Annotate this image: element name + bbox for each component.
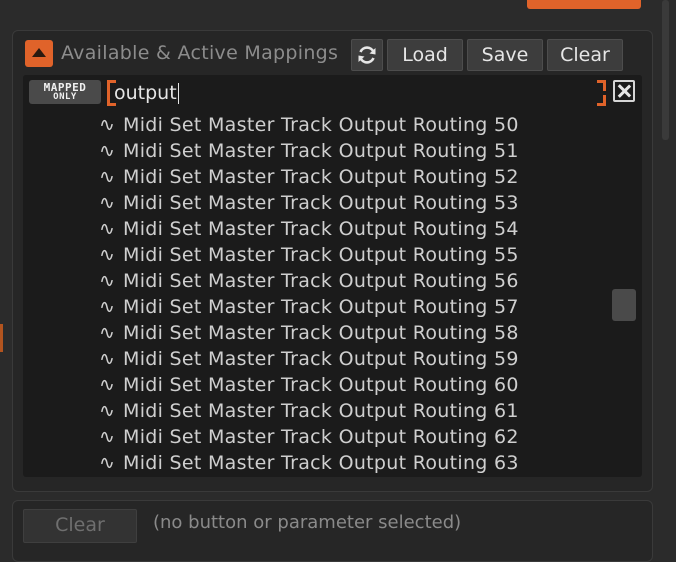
wave-icon: ∿ [99, 426, 115, 448]
list-item[interactable]: ∿ Midi Set Master Track Output Routing 50 [23, 112, 642, 138]
mappings-header: Available & Active Mappings Load Save Cl… [13, 31, 652, 75]
wave-icon: ∿ [99, 218, 115, 240]
list-item-label: Midi Set Master Track Output Routing 58 [123, 322, 519, 344]
left-edge-indicator [0, 324, 3, 352]
filter-row: MAPPED ONLY output [23, 75, 642, 109]
list-item[interactable]: ∿ Midi Set Master Track Output Routing 51 [23, 138, 642, 164]
text-caret [177, 83, 179, 104]
wave-icon: ∿ [99, 192, 115, 214]
focus-corner [597, 95, 606, 106]
list-item-label: Midi Set Master Track Output Routing 62 [123, 426, 519, 448]
wave-icon: ∿ [99, 348, 115, 370]
wave-icon: ∿ [99, 296, 115, 318]
list-item-label: Midi Set Master Track Output Routing 60 [123, 374, 519, 396]
window-scrollbar-thumb[interactable] [662, 0, 669, 140]
mapped-only-label-top: MAPPED [43, 81, 87, 94]
save-button[interactable]: Save [467, 39, 543, 71]
list-item-label: Midi Set Master Track Output Routing 52 [123, 166, 519, 188]
refresh-icon [358, 46, 376, 64]
search-value: output [114, 82, 177, 104]
list-item-label: Midi Set Master Track Output Routing 51 [123, 140, 519, 162]
list-scrollbar-thumb[interactable] [612, 289, 636, 321]
list-item[interactable]: ∿ Midi Set Master Track Output Routing 58 [23, 320, 642, 346]
wave-icon: ∿ [99, 452, 115, 474]
mapped-only-label-bottom: ONLY [53, 92, 77, 102]
search-value-wrap: output [114, 80, 179, 106]
panel-title: Available & Active Mappings [61, 42, 339, 64]
list-item-label: Midi Set Master Track Output Routing 53 [123, 192, 519, 214]
list-item[interactable]: ∿ Midi Set Master Track Output Routing 63 [23, 450, 642, 476]
wave-icon: ∿ [99, 244, 115, 266]
list-item[interactable]: ∿ Midi Set Master Track Output Routing 61 [23, 398, 642, 424]
list-item[interactable]: ∿ Midi Set Master Track Output Routing 57 [23, 294, 642, 320]
list-item-label: Midi Set Master Track Output Routing 50 [123, 114, 519, 136]
list-item-label: Midi Set Master Track Output Routing 61 [123, 400, 519, 422]
mappings-list: MAPPED ONLY output ∿ Midi Set Master Trac… [23, 75, 642, 477]
list-item-label: Midi Set Master Track Output Routing 54 [123, 218, 519, 240]
wave-icon: ∿ [99, 374, 115, 396]
mappings-panel: Available & Active Mappings Load Save Cl… [12, 30, 653, 492]
wave-icon: ∿ [99, 140, 115, 162]
selection-panel: Clear (no button or parameter selected) [12, 500, 653, 562]
mapped-only-toggle[interactable]: MAPPED ONLY [29, 80, 101, 104]
list-item-label: Midi Set Master Track Output Routing 56 [123, 270, 519, 292]
refresh-button[interactable] [351, 39, 383, 71]
triangle-up-icon [32, 48, 46, 57]
mapping-rows: ∿ Midi Set Master Track Output Routing 50… [23, 112, 642, 476]
focus-corner [597, 80, 606, 91]
collapse-button[interactable] [25, 40, 53, 67]
list-item-label: Midi Set Master Track Output Routing 55 [123, 244, 519, 266]
clear-selection-button[interactable]: Clear [23, 509, 137, 543]
wave-icon: ∿ [99, 166, 115, 188]
list-item-label: Midi Set Master Track Output Routing 59 [123, 348, 519, 370]
list-item[interactable]: ∿ Midi Set Master Track Output Routing 62 [23, 424, 642, 450]
search-input[interactable]: output [107, 80, 606, 106]
clear-button[interactable]: Clear [547, 39, 623, 71]
list-item[interactable]: ∿ Midi Set Master Track Output Routing 56 [23, 268, 642, 294]
wave-icon: ∿ [99, 114, 115, 136]
list-item[interactable]: ∿ Midi Set Master Track Output Routing 52 [23, 164, 642, 190]
load-button[interactable]: Load [387, 39, 463, 71]
list-item-label: Midi Set Master Track Output Routing 57 [123, 296, 519, 318]
list-item-label: Midi Set Master Track Output Routing 63 [123, 452, 519, 474]
top-action-button[interactable] [527, 0, 641, 9]
wave-icon: ∿ [99, 322, 115, 344]
close-icon[interactable] [613, 80, 635, 102]
list-item[interactable]: ∿ Midi Set Master Track Output Routing 54 [23, 216, 642, 242]
list-item[interactable]: ∿ Midi Set Master Track Output Routing 55 [23, 242, 642, 268]
list-item[interactable]: ∿ Midi Set Master Track Output Routing 59 [23, 346, 642, 372]
wave-icon: ∿ [99, 270, 115, 292]
wave-icon: ∿ [99, 400, 115, 422]
list-item[interactable]: ∿ Midi Set Master Track Output Routing 60 [23, 372, 642, 398]
list-item[interactable]: ∿ Midi Set Master Track Output Routing 53 [23, 190, 642, 216]
